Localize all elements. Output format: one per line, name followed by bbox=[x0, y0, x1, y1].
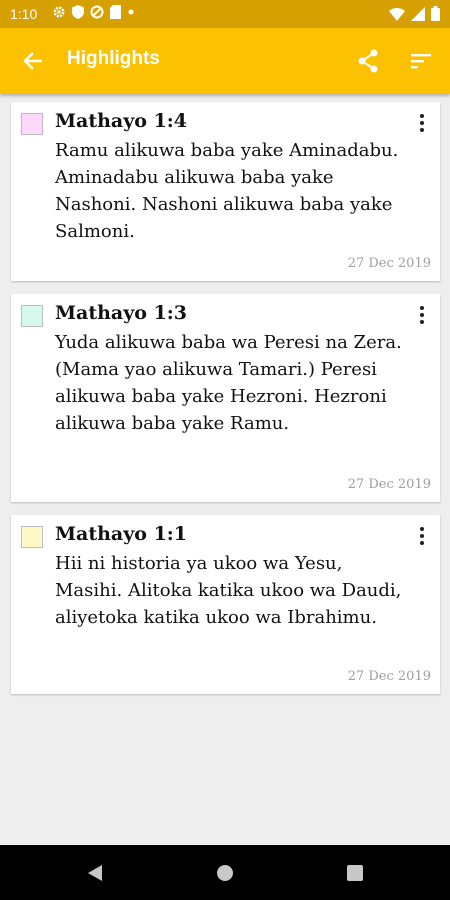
highlight-card[interactable]: Mathayo 1:1 Hii ni historia ya ukoo wa Y… bbox=[11, 515, 440, 694]
more-vert-icon bbox=[420, 306, 424, 310]
more-vert-icon bbox=[420, 114, 424, 118]
nav-back-button[interactable] bbox=[79, 857, 111, 889]
highlight-color-swatch bbox=[21, 526, 43, 548]
more-vert-icon-dot bbox=[420, 320, 424, 324]
back-button[interactable] bbox=[17, 45, 49, 77]
arrow-back-icon bbox=[23, 52, 42, 70]
more-vert-icon-dot bbox=[420, 121, 424, 125]
highlight-card[interactable]: Mathayo 1:4 Ramu alikuwa baba yake Amina… bbox=[11, 102, 440, 281]
highlight-date: 27 Dec 2019 bbox=[347, 256, 431, 271]
data-saver-icon bbox=[90, 5, 104, 19]
more-vert-icon-dot bbox=[420, 541, 424, 545]
more-vert-icon-dot bbox=[420, 313, 424, 317]
more-vert-icon-dot bbox=[420, 534, 424, 538]
page-title: Highlights bbox=[67, 48, 160, 69]
verse-reference: Mathayo 1:1 bbox=[55, 523, 188, 545]
system-navigation-bar bbox=[0, 845, 450, 900]
notification-icons bbox=[52, 5, 135, 19]
more-vert-icon bbox=[420, 527, 424, 531]
highlight-card[interactable]: Mathayo 1:3 Yuda alikuwa baba wa Peresi … bbox=[11, 294, 440, 502]
nav-home-button[interactable] bbox=[209, 857, 241, 889]
highlight-date: 27 Dec 2019 bbox=[347, 669, 431, 684]
verse-reference: Mathayo 1:4 bbox=[55, 110, 188, 132]
notification-dot-icon bbox=[128, 9, 134, 15]
highlight-date: 27 Dec 2019 bbox=[347, 477, 431, 492]
verse-text: Hii ni historia ya ukoo wa Yesu, Masihi.… bbox=[55, 553, 402, 628]
highlight-color-swatch bbox=[21, 113, 43, 135]
sort-button[interactable] bbox=[405, 45, 437, 77]
sd-card-icon bbox=[110, 5, 121, 19]
wifi-icon bbox=[389, 7, 405, 21]
app-bar: Highlights bbox=[0, 28, 450, 94]
settings-icon bbox=[53, 6, 65, 18]
shield-icon bbox=[72, 5, 84, 19]
sort-icon bbox=[411, 54, 431, 69]
share-button[interactable] bbox=[352, 45, 384, 77]
share-icon bbox=[358, 49, 378, 73]
system-icons bbox=[389, 6, 440, 21]
verse-text: Yuda alikuwa baba wa Peresi na Zera. (Ma… bbox=[55, 332, 402, 434]
nav-home-icon bbox=[217, 865, 233, 881]
signal-icon bbox=[411, 6, 425, 21]
more-options-button[interactable] bbox=[413, 112, 431, 134]
battery-icon bbox=[431, 6, 440, 21]
more-options-button[interactable] bbox=[413, 525, 431, 547]
nav-recents-button[interactable] bbox=[339, 857, 371, 889]
highlight-color-swatch bbox=[21, 305, 43, 327]
verse-reference: Mathayo 1:3 bbox=[55, 302, 188, 324]
status-bar: 1:10 bbox=[0, 0, 450, 28]
more-vert-icon-dot bbox=[420, 128, 424, 132]
nav-recents-icon bbox=[347, 865, 363, 881]
nav-back-icon bbox=[88, 865, 102, 881]
more-options-button[interactable] bbox=[413, 304, 431, 326]
status-time: 1:10 bbox=[10, 6, 38, 22]
verse-text: Ramu alikuwa baba yake Aminadabu. Aminad… bbox=[55, 140, 399, 242]
